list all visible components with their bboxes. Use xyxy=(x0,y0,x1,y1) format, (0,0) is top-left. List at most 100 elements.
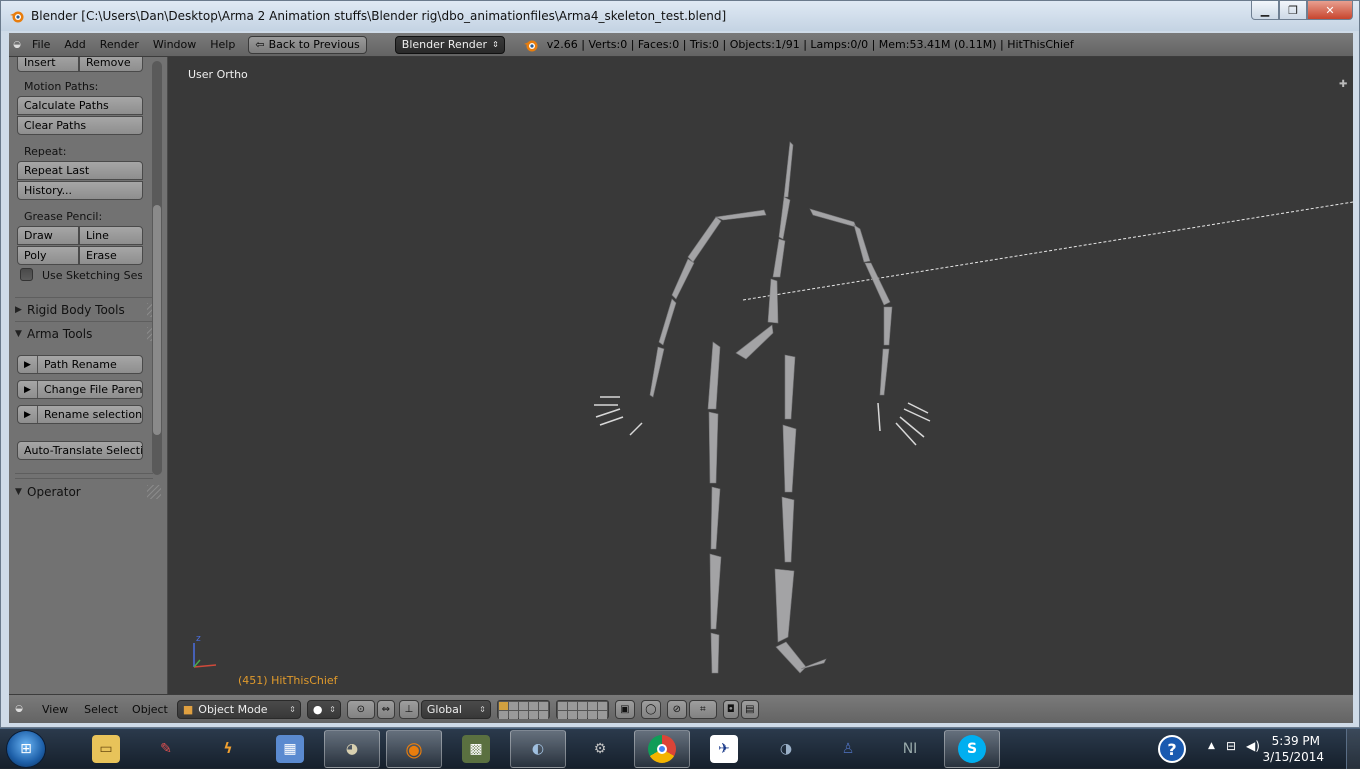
help-icon[interactable]: ? xyxy=(1158,735,1186,763)
taskbar-windows-explorer[interactable]: ▭ xyxy=(78,730,134,768)
editor-type-icon[interactable]: ◒ xyxy=(9,33,25,57)
title-bar[interactable]: Blender [C:\Users\Dan\Desktop\Arma 2 Ani… xyxy=(1,1,1359,31)
layer-button[interactable] xyxy=(508,701,518,710)
start-button[interactable]: ⊞ xyxy=(6,730,46,768)
clock-time[interactable]: 5:39 PM xyxy=(1272,734,1320,748)
snap-toggle[interactable]: ⊘ xyxy=(666,699,687,719)
pivot-point-select[interactable]: ⊙ xyxy=(346,699,375,719)
panel-grip-icon[interactable] xyxy=(147,485,161,499)
editor-type-icon[interactable]: ◒ xyxy=(11,697,27,721)
taskbar-bird-app[interactable]: ◑ xyxy=(758,730,814,768)
remove-button[interactable]: Remove xyxy=(79,57,143,72)
lock-layers-button[interactable]: ▣ xyxy=(614,699,635,719)
auto-translate-button[interactable]: Auto-Translate Selectio xyxy=(17,441,143,460)
taskbar-ni-mate-app[interactable]: NI xyxy=(882,730,938,768)
menu-select[interactable]: Select xyxy=(77,703,125,716)
taskbar-game-app[interactable]: ▩ xyxy=(448,730,504,768)
erase-button[interactable]: Erase xyxy=(79,246,143,265)
tool-shelf-scroll-thumb[interactable] xyxy=(153,205,161,435)
layer-button[interactable] xyxy=(587,701,597,710)
change-file-parent-button[interactable]: ▶ Change File Parent xyxy=(17,380,143,399)
menu-help[interactable]: Help xyxy=(203,38,242,51)
transform-manipulator-button[interactable]: ⊥ xyxy=(398,699,419,719)
bone-foot-left xyxy=(709,553,722,630)
taskbar-pencil-app[interactable]: ✎ xyxy=(138,730,194,768)
layer-button[interactable] xyxy=(528,710,538,719)
menu-object[interactable]: Object xyxy=(125,703,175,716)
rename-selections-label: Rename selections xyxy=(44,408,143,421)
clapper-icon: ▤ xyxy=(745,703,755,715)
network-icon[interactable]: ⊟ xyxy=(1226,739,1236,753)
layer-button[interactable] xyxy=(567,701,577,710)
layer-button[interactable] xyxy=(538,701,548,710)
minimize-button[interactable]: ▁ xyxy=(1251,1,1279,20)
show-desktop-button[interactable] xyxy=(1346,729,1360,769)
taskbar-blender-app[interactable]: ◉ xyxy=(386,730,442,768)
layer-button[interactable] xyxy=(498,710,508,719)
layer-button[interactable] xyxy=(587,710,597,719)
taskbar-gimp-app[interactable]: ◕ xyxy=(324,730,380,768)
draw-button[interactable]: Draw xyxy=(17,226,79,245)
history-button[interactable]: History... xyxy=(17,181,143,200)
blender-icon: ◉ xyxy=(405,737,423,761)
path-rename-button[interactable]: ▶ Path Rename xyxy=(17,355,143,374)
volume-icon[interactable]: ◀) xyxy=(1246,739,1260,753)
snap-element-select[interactable]: ⌗ xyxy=(688,699,717,719)
taskbar-mspaint-app[interactable]: ▦ xyxy=(262,730,318,768)
taskbar-winamp-app[interactable]: ϟ xyxy=(200,730,256,768)
poly-button[interactable]: Poly xyxy=(17,246,79,265)
3d-viewport[interactable]: User Ortho ✚ z (451) HitThisChief xyxy=(168,57,1353,694)
taskbar-person-app[interactable]: ♙ xyxy=(820,730,876,768)
taskbar-skype-app[interactable]: S xyxy=(944,730,1000,768)
menu-render[interactable]: Render xyxy=(93,38,146,51)
calculate-paths-button[interactable]: Calculate Paths xyxy=(17,96,143,115)
rename-selections-button[interactable]: ▶ Rename selections xyxy=(17,405,143,424)
close-button[interactable]: ✕ xyxy=(1307,1,1353,20)
layer-button[interactable] xyxy=(508,710,518,719)
layer-button[interactable] xyxy=(567,710,577,719)
layer-button[interactable] xyxy=(577,701,587,710)
line-button[interactable]: Line xyxy=(79,226,143,245)
layer-button[interactable] xyxy=(528,701,538,710)
taskbar-dark-app[interactable]: ✈ xyxy=(696,730,752,768)
taskbar-3d-app[interactable]: ◐ xyxy=(510,730,566,768)
layer-button[interactable] xyxy=(538,710,548,719)
render-button[interactable]: ◘ xyxy=(722,699,739,719)
menu-file[interactable]: File xyxy=(25,38,57,51)
layers-group-2[interactable] xyxy=(555,699,609,719)
menu-window[interactable]: Window xyxy=(146,38,203,51)
layer-button[interactable] xyxy=(518,701,528,710)
show-hidden-icons-icon[interactable]: ▲ xyxy=(1208,741,1215,751)
layer-button[interactable] xyxy=(498,701,508,710)
mode-select[interactable]: ■ Object Mode ⇕ xyxy=(176,699,301,719)
operator-panel[interactable]: ▼ Operator xyxy=(15,481,150,503)
clock-date[interactable]: 3/15/2014 xyxy=(1262,750,1324,764)
layer-button[interactable] xyxy=(597,701,607,710)
maximize-button[interactable]: ❐ xyxy=(1279,1,1307,20)
panel-divider xyxy=(15,321,153,322)
repeat-last-button[interactable]: Repeat Last xyxy=(17,161,143,180)
layer-button[interactable] xyxy=(577,710,587,719)
insert-button[interactable]: Insert xyxy=(17,57,79,72)
layers-group-1[interactable] xyxy=(496,699,550,719)
proportional-edit-button[interactable]: ◯ xyxy=(640,699,661,719)
menu-add[interactable]: Add xyxy=(57,38,92,51)
rigid-body-tools-panel[interactable]: ▶ Rigid Body Tools xyxy=(15,299,150,321)
layer-button[interactable] xyxy=(518,710,528,719)
orientation-select[interactable]: Global ⇕ xyxy=(420,699,491,719)
layer-button[interactable] xyxy=(557,701,567,710)
clear-paths-button[interactable]: Clear Paths xyxy=(17,116,143,135)
layer-button[interactable] xyxy=(597,710,607,719)
taskbar-chrome-app[interactable] xyxy=(634,730,690,768)
manipulator-toggle[interactable]: ⇔ xyxy=(376,699,395,719)
menu-view[interactable]: View xyxy=(35,703,75,716)
render-animation-button[interactable]: ▤ xyxy=(740,699,759,719)
render-engine-select[interactable]: Blender Render ⇕ xyxy=(394,35,505,54)
play-icon: ▶ xyxy=(18,406,38,423)
arma-tools-panel[interactable]: ▼ Arma Tools xyxy=(15,323,150,345)
taskbar-utility-app[interactable]: ⚙ xyxy=(572,730,628,768)
layer-button[interactable] xyxy=(557,710,567,719)
use-sketching-checkbox[interactable] xyxy=(20,268,33,281)
viewport-shading-select[interactable]: ● ⇕ xyxy=(306,699,341,719)
back-to-previous-button[interactable]: ⇦ Back to Previous xyxy=(248,35,367,54)
